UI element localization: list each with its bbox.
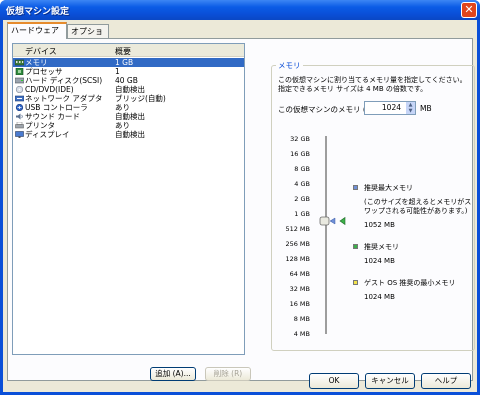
device-name: プロセッサ: [25, 67, 63, 76]
device-value: あり: [115, 121, 130, 130]
help-button[interactable]: ヘルプ: [421, 373, 471, 389]
recommended-max-color-icon: [353, 185, 358, 190]
device-row-processor[interactable]: プロセッサ 1: [13, 67, 244, 76]
scale-label: 32 GB: [290, 135, 310, 143]
device-row-sound-card[interactable]: サウンド カード 自動検出: [13, 112, 244, 121]
device-row-memory[interactable]: メモリ 1 GB: [13, 58, 244, 67]
device-value: 自動検出: [115, 130, 145, 139]
tab-options[interactable]: オプション: [67, 24, 109, 49]
device-row-usb-controller[interactable]: USB コントローラ あり: [13, 103, 244, 112]
recommended-color-icon: [353, 244, 358, 249]
memory-group-title: メモリ: [276, 60, 303, 71]
remove-device-button[interactable]: 削除 (R): [205, 367, 251, 381]
scale-label: 8 MB: [293, 315, 310, 323]
recommended-value: 1024 MB: [364, 257, 395, 265]
network-adapter-icon: [14, 95, 25, 102]
device-name: プリンタ: [25, 121, 55, 130]
device-row-network-adapter[interactable]: ネットワーク アダプタ ブリッジ(自動): [13, 94, 244, 103]
device-name: USB コントローラ: [25, 103, 88, 112]
cancel-button[interactable]: キャンセル: [365, 373, 415, 389]
memory-description: この仮想マシンに割り当てるメモリ量を指定してください。指定できるメモリ サイズは…: [278, 76, 467, 93]
recommended-title: 推奨メモリ: [364, 243, 399, 251]
memory-slider-track[interactable]: [325, 136, 327, 334]
memory-unit: MB: [420, 104, 432, 113]
device-row-hard-disk[interactable]: ハード ディスク(SCSI) 40 GB: [13, 76, 244, 85]
dialog-window: 仮想マシン設定 ✕ ハードウェア オプション デバイス 概要 メモリ 1 GB …: [0, 0, 480, 395]
device-row-printer[interactable]: プリンタ あり: [13, 121, 244, 130]
tab-hardware[interactable]: ハードウェア: [7, 22, 67, 39]
recommended-max-value: 1052 MB: [364, 221, 395, 229]
scale-label: 64 MB: [289, 270, 310, 278]
device-name: ハード ディスク(SCSI): [25, 76, 103, 85]
device-name: サウンド カード: [25, 112, 80, 121]
device-value: ブリッジ(自動): [115, 94, 166, 103]
close-button[interactable]: ✕: [461, 2, 477, 18]
hardware-panel: デバイス 概要 メモリ 1 GB プロセッサ 1 ハード ディスク(SCSI) …: [7, 38, 475, 381]
scale-label: 256 MB: [285, 240, 310, 248]
cd-dvd-icon: [15, 85, 24, 94]
ok-button[interactable]: OK: [309, 373, 359, 389]
device-name: ディスプレイ: [25, 130, 70, 139]
sound-card-icon: [15, 113, 24, 120]
guest-min-color-icon: [353, 280, 358, 285]
spinner-arrows-icon[interactable]: ▲ ▼: [406, 102, 415, 114]
device-name: CD/DVD(IDE): [25, 85, 74, 94]
dialog-body: ハードウェア オプション デバイス 概要 メモリ 1 GB プロセッサ 1: [3, 20, 477, 392]
recommended-max-note: (このサイズを超えるとメモリがスワップされる可能性があります。): [364, 198, 472, 215]
device-value: 自動検出: [115, 85, 145, 94]
device-row-display[interactable]: ディスプレイ 自動検出: [13, 130, 244, 139]
usb-controller-icon: [15, 103, 24, 112]
scale-label: 2 GB: [294, 195, 310, 203]
memory-size-spinner[interactable]: 1024 ▲ ▼: [364, 101, 416, 115]
device-value: 自動検出: [115, 112, 145, 121]
guest-min-title: ゲスト OS 推奨の最小メモリ: [364, 279, 456, 287]
scale-label: 16 MB: [289, 300, 310, 308]
device-value: 1: [115, 67, 120, 76]
recommended-max-title: 推奨最大メモリ: [364, 184, 413, 192]
scale-label: 512 MB: [285, 225, 310, 233]
memory-slider-thumb[interactable]: [317, 215, 349, 227]
scale-label: 4 GB: [294, 180, 310, 188]
memory-field-label: この仮想マシンのメモリ (M):: [278, 105, 378, 114]
scale-label: 8 GB: [294, 165, 310, 173]
device-name: メモリ: [25, 58, 48, 67]
title-bar[interactable]: 仮想マシン設定 ✕: [0, 0, 480, 20]
display-icon: [15, 131, 24, 138]
hard-disk-icon: [14, 77, 25, 84]
add-device-button[interactable]: 追加 (A)...: [150, 367, 196, 381]
device-value: 40 GB: [115, 76, 138, 85]
scale-label: 16 GB: [290, 150, 310, 158]
memory-size-value: 1024: [381, 103, 401, 112]
device-list-header: デバイス 概要: [13, 44, 244, 57]
processor-icon: [15, 67, 24, 76]
window-title: 仮想マシン設定: [6, 7, 70, 17]
device-value: あり: [115, 103, 130, 112]
device-row-cd-dvd[interactable]: CD/DVD(IDE) 自動検出: [13, 85, 244, 94]
memory-icon: [14, 59, 25, 66]
column-header-device[interactable]: デバイス: [25, 46, 57, 57]
printer-icon: [15, 121, 24, 129]
device-value: 1 GB: [115, 58, 134, 67]
device-name: ネットワーク アダプタ: [25, 94, 103, 103]
scale-label: 128 MB: [285, 255, 310, 263]
scale-label: 4 MB: [293, 330, 310, 338]
scale-label: 32 MB: [289, 285, 310, 293]
device-list[interactable]: デバイス 概要 メモリ 1 GB プロセッサ 1 ハード ディスク(SCSI) …: [12, 43, 245, 355]
scale-label: 1 GB: [294, 210, 310, 218]
column-header-summary[interactable]: 概要: [115, 46, 131, 57]
guest-min-value: 1024 MB: [364, 293, 395, 301]
